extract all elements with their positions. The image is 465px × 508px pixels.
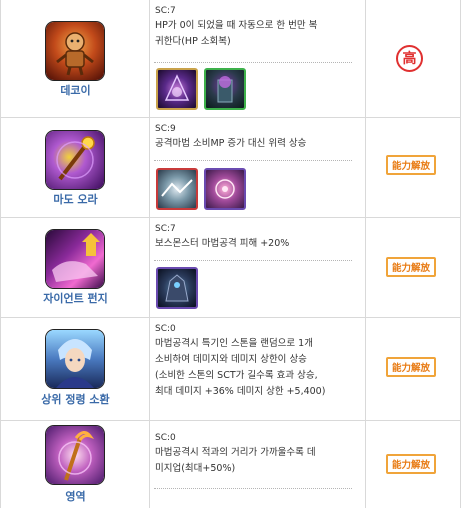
- territory-staff-icon[interactable]: [46, 426, 104, 484]
- skill-row-decoy: 데코이 SC:7 HP가 0이 되었을 때 자동으로 한 번만 복 귀한다(HP…: [1, 0, 460, 118]
- skill-icon-cell: 상위 정령 소환: [1, 318, 150, 420]
- description-line: 보스몬스터 마법공격 피해 +20%: [155, 238, 290, 249]
- rune-ruins-thumbnail[interactable]: [156, 267, 198, 309]
- skill-description-cell: SC:0 마법공격시 특기인 스톤을 랜덤으로 1개 소비하여 데미지와 데미지…: [150, 318, 366, 420]
- ability-unlock-badge: 能力解放: [386, 155, 436, 175]
- badge-cell: 能力解放: [366, 318, 460, 420]
- skill-icon-cell: 영역: [1, 421, 150, 508]
- description-line: 귀한다(HP 소회복): [155, 36, 231, 47]
- divider: [154, 160, 352, 161]
- description-line: 공격마법 소비MP 증가 대신 위력 상승: [155, 138, 307, 149]
- description-line: 마법공격시 특기인 스톤을 랜덤으로 1개: [155, 338, 313, 349]
- sc-value: SC:0: [155, 433, 176, 443]
- description-line: 소비하여 데미지와 데미지 상한이 상승: [155, 354, 307, 365]
- sc-value: SC:9: [155, 124, 176, 134]
- skill-name: 영역: [65, 490, 86, 503]
- description-line: 최대 데미지 +36% 데미지 상한 +5,400): [155, 386, 326, 397]
- sc-value: SC:7: [155, 6, 176, 16]
- sc-value: SC:7: [155, 224, 176, 234]
- skill-description: 마법공격시 특기인 스톤을 랜덤으로 1개 소비하여 데미지와 데미지 상한이 …: [155, 336, 357, 400]
- skill-icon-cell: 마도 오라: [1, 118, 150, 217]
- skill-row-spirit-summon: 상위 정령 소환 SC:0 마법공격시 특기인 스톤을 랜덤으로 1개 소비하여…: [1, 318, 460, 421]
- badge-cell: 能力解放: [366, 218, 460, 317]
- skill-row-giant-punch: 자이언트 펀지 SC:7 보스몬스터 마법공격 피해 +20% 能力解放: [1, 218, 460, 318]
- ability-unlock-badge: 能力解放: [386, 257, 436, 277]
- high-grade-badge: 高: [396, 45, 423, 72]
- decoy-doll-icon[interactable]: [46, 22, 104, 80]
- description-line: 미지업(최대+50%): [155, 463, 236, 474]
- skill-icon-cell: 데코이: [1, 0, 150, 117]
- giant-punch-icon[interactable]: [46, 230, 104, 288]
- skill-name: 데코이: [60, 84, 91, 97]
- skill-description: 공격마법 소비MP 증가 대신 위력 상승: [155, 136, 357, 152]
- rune-dungeon-thumbnail[interactable]: [204, 68, 246, 110]
- skill-name: 마도 오라: [53, 193, 98, 206]
- skill-description: HP가 0이 되었을 때 자동으로 한 번만 복 귀한다(HP 소회복): [155, 18, 357, 50]
- skill-description: 보스몬스터 마법공격 피해 +20%: [155, 236, 357, 252]
- ability-unlock-badge: 能力解放: [386, 454, 436, 474]
- skill-icon-cell: 자이언트 펀지: [1, 218, 150, 317]
- rune-arcane-thumbnail[interactable]: [204, 168, 246, 210]
- badge-cell: 高: [366, 0, 460, 117]
- skill-description-cell: SC:9 공격마법 소비MP 증가 대신 위력 상승: [150, 118, 366, 217]
- skill-description-cell: SC:0 마법공격시 적과의 거리가 가까울수록 데 미지업(최대+50%): [150, 421, 366, 508]
- skill-row-territory: 영역 SC:0 마법공격시 적과의 거리가 가까울수록 데 미지업(최대+50%…: [1, 421, 460, 508]
- spirit-summoner-portrait-icon[interactable]: [46, 330, 104, 388]
- skill-name: 자이언트 펀지: [43, 292, 108, 305]
- description-line: 마법공격시 적과의 거리가 가까울수록 데: [155, 447, 316, 458]
- skill-description: 마법공격시 적과의 거리가 가까울수록 데 미지업(최대+50%): [155, 445, 357, 477]
- description-line: (소비한 스톤의 SCT가 길수록 효과 상승,: [155, 370, 318, 381]
- skill-name: 상위 정령 소환: [41, 393, 110, 406]
- description-line: HP가 0이 되었을 때 자동으로 한 번만 복: [155, 20, 318, 31]
- sc-value: SC:0: [155, 324, 176, 334]
- rune-ice-thumbnail[interactable]: [156, 168, 198, 210]
- divider: [154, 260, 352, 261]
- skill-description-cell: SC:7 HP가 0이 되었을 때 자동으로 한 번만 복 귀한다(HP 소회복…: [150, 0, 366, 117]
- badge-cell: 能力解放: [366, 421, 460, 508]
- ability-unlock-badge: 能力解放: [386, 357, 436, 377]
- badge-cell: 能力解放: [366, 118, 460, 217]
- divider: [154, 488, 352, 489]
- divider: [154, 62, 352, 63]
- rune-tarot-thumbnail[interactable]: [156, 68, 198, 110]
- skill-description-cell: SC:7 보스몬스터 마법공격 피해 +20%: [150, 218, 366, 317]
- magic-aura-staff-icon[interactable]: [46, 131, 104, 189]
- skill-table: 데코이 SC:7 HP가 0이 되었을 때 자동으로 한 번만 복 귀한다(HP…: [0, 0, 461, 508]
- skill-row-magic-aura: 마도 오라 SC:9 공격마법 소비MP 증가 대신 위력 상승 能力解放: [1, 118, 460, 218]
